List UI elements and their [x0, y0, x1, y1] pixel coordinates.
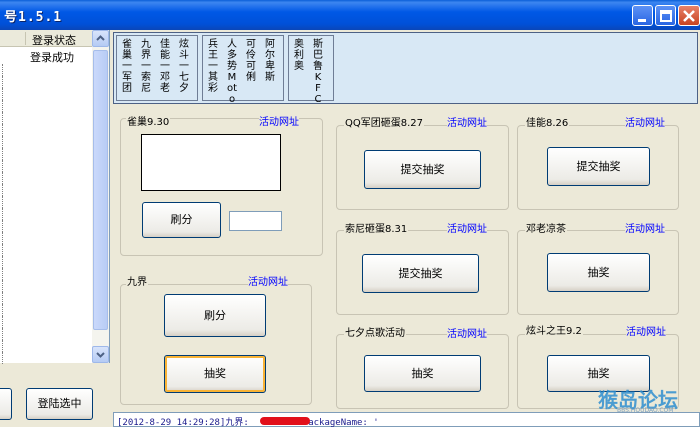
minimize-icon [638, 19, 646, 22]
refresh-label: 刷分 [204, 309, 226, 322]
panel-title-jianeng: 佳能8.26 [525, 114, 570, 129]
activity-link-denglao[interactable]: 活动网址 [625, 220, 665, 235]
column-header-login-status[interactable]: 登录状态 [32, 32, 76, 48]
submit-draw-label: 提交抽奖 [400, 163, 445, 176]
refresh-button-quechao[interactable]: 刷分 [142, 202, 221, 238]
scroll-up-button[interactable] [92, 30, 109, 47]
friend-group-2: 兵王一其彩 人多势Moto 可伶可俐 阿尔卑斯 [202, 35, 284, 105]
activity-link-suoni[interactable]: 活动网址 [447, 220, 487, 235]
group-column: 斯巴鲁KFC [313, 39, 323, 105]
group-column: 人多势Moto [226, 39, 238, 105]
activity-link-jianeng[interactable]: 活动网址 [625, 114, 665, 129]
friend-group-3: 奥利奥 斯巴鲁KFC [288, 35, 334, 105]
close-button[interactable] [678, 5, 700, 26]
draw-label: 抽奖 [204, 367, 226, 380]
login-selected-button[interactable]: 登陆选中 [26, 388, 93, 420]
list-header[interactable]: 登录状态 [0, 30, 92, 47]
panel-title-xuandou: 炫斗之王9.2 [525, 322, 583, 337]
draw-button-jiujie[interactable]: 抽奖 [164, 355, 266, 393]
log-line: [2012-8-29 14:29:28]九界: PackageName: ' [117, 415, 379, 427]
group-column: 佳能一邓老 [160, 39, 170, 94]
redaction-mark [260, 417, 310, 425]
draw-label: 抽奖 [587, 367, 610, 380]
login-selected-label: 登陆选中 [37, 397, 82, 410]
activity-link-qixi[interactable]: 活动网址 [447, 325, 487, 340]
column-divider [25, 32, 26, 45]
group-column: 九界一索尼 [141, 39, 151, 94]
draw-button-denglao[interactable]: 抽奖 [547, 253, 650, 292]
activity-link-qq[interactable]: 活动网址 [447, 114, 487, 129]
panel-title-suoni: 索尼砸蛋8.31 [344, 220, 409, 235]
friend-group-1: 雀巢一军团 九界一索尼 佳能一邓老 炫斗一七夕 [116, 35, 198, 101]
title-bar: 号1.5.1 [0, 0, 700, 30]
submit-draw-button-qq[interactable]: 提交抽奖 [364, 150, 481, 189]
panel-title-quechao: 雀巢9.30 [126, 113, 171, 128]
draw-label: 抽奖 [587, 266, 610, 279]
panel-title-qq: QQ军团砸蛋8.27 [344, 114, 425, 129]
log-line-prefix: [2012-8-29 14:29:28]九界: [117, 418, 249, 427]
log-output[interactable]: [2012-8-29 14:29:28]九界: PackageName: ' [113, 412, 700, 427]
group-column: 可伶可俐 [246, 39, 256, 83]
partial-button[interactable] [0, 388, 12, 420]
window-title: 号1.5.1 [4, 10, 63, 25]
panel-title-denglao: 邓老凉茶 [525, 220, 567, 235]
chevron-down-icon [96, 352, 105, 358]
watermark-url: BBS.HOUDAO.COM [617, 407, 674, 414]
group-column: 阿尔卑斯 [265, 39, 275, 83]
group-column: 兵王一其彩 [208, 39, 218, 94]
captcha-input[interactable] [229, 211, 282, 231]
chevron-up-icon [96, 35, 105, 41]
log-line-suffix: PackageName: ' [302, 418, 379, 427]
list-scrollbar[interactable] [92, 30, 109, 363]
row-checkbox-column [0, 64, 6, 364]
activity-link-xuandou[interactable]: 活动网址 [626, 323, 666, 338]
submit-draw-label: 提交抽奖 [576, 160, 621, 173]
maximize-icon [660, 10, 672, 22]
refresh-button-jiujie[interactable]: 刷分 [164, 294, 266, 337]
group-column: 奥利奥 [294, 39, 304, 72]
activity-link-jiujie[interactable]: 活动网址 [248, 273, 288, 288]
panel-title-qixi: 七夕点歌活动 [344, 324, 406, 339]
minimize-button[interactable] [632, 5, 653, 26]
maximize-button[interactable] [655, 5, 676, 26]
panel-title-jiujie: 九界 [126, 273, 148, 288]
group-column: 雀巢一军团 [122, 39, 132, 94]
close-icon [683, 10, 695, 22]
scroll-thumb[interactable] [93, 50, 108, 330]
activity-link-quechao[interactable]: 活动网址 [259, 113, 299, 128]
captcha-box [141, 134, 281, 191]
submit-draw-button-suoni[interactable]: 提交抽奖 [362, 254, 479, 293]
submit-draw-label: 提交抽奖 [398, 267, 443, 280]
submit-draw-button-jianeng[interactable]: 提交抽奖 [547, 147, 650, 186]
group-column: 炫斗一七夕 [179, 39, 189, 94]
list-item[interactable]: 登录成功 [30, 49, 74, 65]
draw-button-qixi[interactable]: 抽奖 [364, 355, 481, 392]
draw-label: 抽奖 [411, 367, 434, 380]
friend-groups-panel: 雀巢一军团 九界一索尼 佳能一邓老 炫斗一七夕 兵王一其彩 人多势Moto 可伶… [113, 32, 698, 105]
refresh-label: 刷分 [170, 213, 193, 226]
account-list[interactable]: 登录状态 登录成功 [0, 30, 110, 364]
scroll-down-button[interactable] [92, 346, 109, 363]
